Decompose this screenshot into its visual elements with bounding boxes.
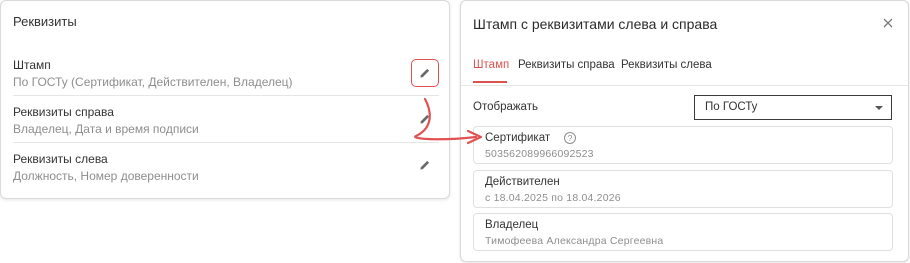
list-item-subtitle: Должность, Номер доверенности [13, 169, 199, 183]
field-label: Сертификат [485, 132, 551, 144]
field-certificate: Сертификат ? 503562089966092523 [473, 126, 893, 164]
display-label: Отображать [473, 101, 538, 113]
tab-stamp[interactable]: Штамп [473, 59, 509, 71]
edit-stamp-button[interactable] [411, 59, 439, 87]
tab-requisites-left[interactable]: Реквизиты слева [621, 59, 712, 71]
list-item-subtitle: По ГОСТу (Сертификат, Действителен, Влад… [13, 75, 293, 89]
list-item-requisites-right: Реквизиты справа Владелец, Дата и время … [13, 105, 439, 145]
edit-requisites-left-button[interactable] [411, 151, 439, 179]
tab-requisites-right[interactable]: Реквизиты справа [518, 59, 615, 71]
field-value: 503562089966092523 [485, 148, 594, 160]
close-icon [883, 18, 893, 28]
question-circle-icon[interactable]: ? [564, 132, 576, 144]
chevron-down-icon [875, 106, 883, 110]
pencil-icon [420, 114, 430, 124]
pencil-icon [420, 68, 430, 78]
active-tab-indicator [473, 81, 507, 83]
field-label: Владелец [485, 219, 539, 231]
divider [13, 95, 439, 96]
panel-title: Реквизиты [13, 14, 77, 29]
divider [13, 142, 439, 143]
display-select[interactable]: По ГОСТу [694, 95, 892, 120]
field-value: с 18.04.2025 по 18.04.2026 [485, 192, 621, 204]
list-item-name: Штамп [13, 58, 51, 72]
list-item-stamp: Штамп По ГОСТу (Сертификат, Действителен… [13, 58, 439, 98]
stamp-settings-dialog: Штамп с реквизитами слева и справа Штамп… [460, 0, 909, 262]
tabs-divider [461, 85, 908, 86]
list-item-requisites-left: Реквизиты слева Должность, Номер доверен… [13, 152, 439, 192]
list-item-subtitle: Владелец, Дата и время подписи [13, 122, 199, 136]
field-owner: Владелец Тимофеева Александра Сергеевна [473, 213, 893, 251]
close-button[interactable] [880, 15, 896, 31]
field-label: Действителен [485, 176, 560, 188]
pencil-icon [420, 160, 430, 170]
edit-requisites-right-button[interactable] [411, 105, 439, 133]
requisites-panel: Реквизиты Штамп По ГОСТу (Сертификат, Де… [0, 0, 450, 199]
dialog-title: Штамп с реквизитами слева и справа [473, 16, 718, 32]
display-select-value: По ГОСТу [705, 101, 758, 113]
field-valid: Действителен с 18.04.2025 по 18.04.2026 [473, 170, 893, 208]
field-value: Тимофеева Александра Сергеевна [485, 235, 664, 247]
list-item-name: Реквизиты справа [13, 105, 114, 119]
list-item-name: Реквизиты слева [13, 152, 108, 166]
